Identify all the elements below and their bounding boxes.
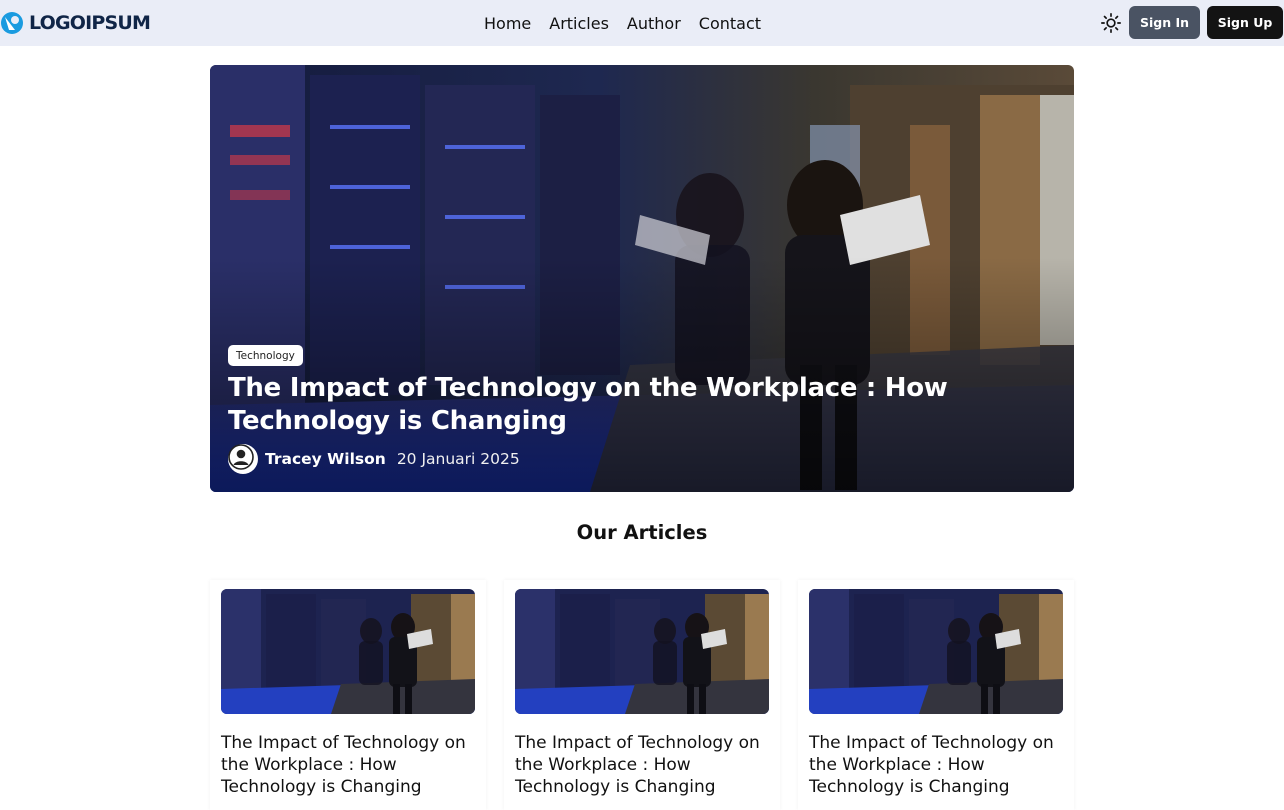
hero-meta: Tracey Wilson 20 Januari 2025 bbox=[228, 444, 520, 474]
nav-home[interactable]: Home bbox=[484, 14, 531, 33]
main-nav: Home Articles Author Contact bbox=[484, 11, 761, 35]
user-icon bbox=[228, 444, 254, 470]
nav-author[interactable]: Author bbox=[627, 14, 681, 33]
sun-icon bbox=[1101, 13, 1121, 33]
author-name[interactable]: Tracey Wilson bbox=[265, 450, 386, 468]
site-header: LOGOIPSUM Home Articles Author Contact S… bbox=[0, 0, 1284, 46]
article-image bbox=[809, 589, 1063, 714]
article-image bbox=[515, 589, 769, 714]
article-card[interactable]: The Impact of Technology on the Workplac… bbox=[210, 580, 486, 810]
article-title[interactable]: The Impact of Technology on the Workplac… bbox=[515, 732, 773, 798]
article-card[interactable]: The Impact of Technology on the Workplac… bbox=[504, 580, 780, 810]
sign-up-button[interactable]: Sign Up bbox=[1207, 6, 1283, 39]
hero-title[interactable]: The Impact of Technology on the Workplac… bbox=[228, 372, 1068, 438]
theme-toggle-button[interactable] bbox=[1099, 11, 1123, 35]
article-thumbnail[interactable] bbox=[515, 589, 769, 714]
article-thumbnail[interactable] bbox=[809, 589, 1063, 714]
avatar bbox=[228, 444, 258, 474]
section-title: Our Articles bbox=[576, 521, 708, 544]
logo[interactable]: LOGOIPSUM bbox=[0, 11, 151, 35]
nav-contact[interactable]: Contact bbox=[699, 14, 761, 33]
sign-in-button[interactable]: Sign In bbox=[1129, 6, 1200, 39]
category-tag[interactable]: Technology bbox=[228, 345, 303, 366]
article-title[interactable]: The Impact of Technology on the Workplac… bbox=[809, 732, 1067, 798]
publish-date: 20 Januari 2025 bbox=[396, 450, 520, 468]
nav-articles[interactable]: Articles bbox=[549, 14, 609, 33]
hero-featured-article[interactable]: Technology The Impact of Technology on t… bbox=[210, 65, 1074, 492]
logo-text: LOGOIPSUM bbox=[29, 12, 151, 34]
article-card[interactable]: The Impact of Technology on the Workplac… bbox=[798, 580, 1074, 810]
article-thumbnail[interactable] bbox=[221, 589, 475, 714]
article-title[interactable]: The Impact of Technology on the Workplac… bbox=[221, 732, 479, 798]
logo-icon bbox=[1, 12, 23, 34]
article-image bbox=[221, 589, 475, 714]
